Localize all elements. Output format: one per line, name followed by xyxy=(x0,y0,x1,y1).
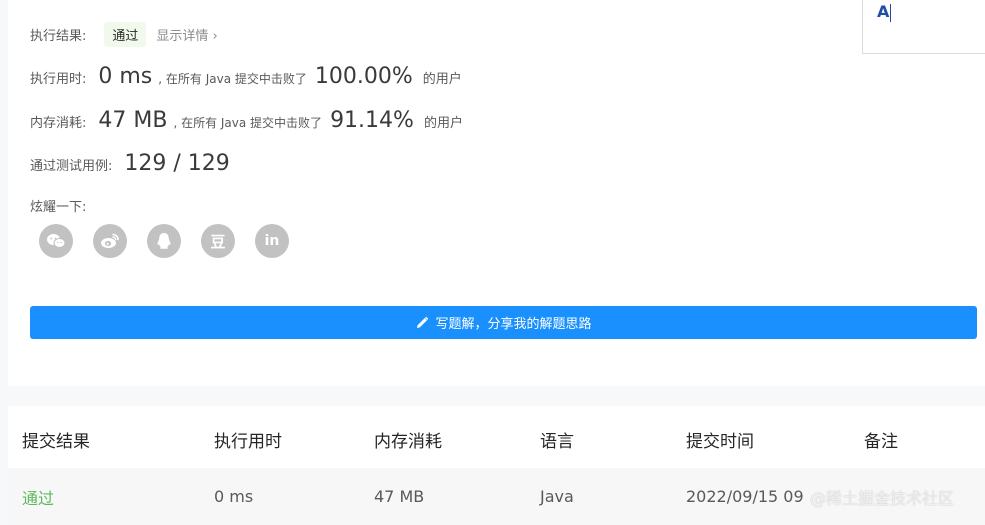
runtime-suffix: 的用户 xyxy=(422,72,462,87)
testcases-row: 通过测试用例: 129 / 129 xyxy=(30,151,230,176)
douban-glyph: 豆 xyxy=(210,232,226,251)
submission-result-card: 执行结果: 通过 显示详情 › 执行用时: 0 ms , 在所有 Java 提交… xyxy=(8,0,985,386)
memory-percent: 91.14% xyxy=(330,108,414,133)
result-label: 执行结果: xyxy=(30,29,87,44)
row-language: Java xyxy=(540,487,574,506)
runtime-percent: 100.00% xyxy=(314,64,413,89)
result-row: 执行结果: 通过 显示详情 › xyxy=(30,22,218,47)
header-language: 语言 xyxy=(540,431,574,452)
corner-input-text: A xyxy=(877,2,890,21)
row-status[interactable]: 通过 xyxy=(22,468,54,525)
wechat-icon[interactable] xyxy=(39,224,73,258)
header-memory: 内存消耗 xyxy=(374,431,442,452)
testcases-label: 通过测试用例: xyxy=(30,159,113,174)
header-notes: 备注 xyxy=(864,431,898,452)
memory-label: 内存消耗: xyxy=(30,116,87,131)
watermark: @稀土掘金技术社区 xyxy=(810,489,955,508)
header-runtime: 执行用时 xyxy=(214,431,282,452)
runtime-label: 执行用时: xyxy=(30,72,87,87)
show-details-link[interactable]: 显示详情 › xyxy=(156,25,217,44)
runtime-value: 0 ms xyxy=(98,64,153,89)
write-solution-button[interactable]: 写题解，分享我的解题思路 xyxy=(30,306,977,339)
memory-row: 内存消耗: 47 MB , 在所有 Java 提交中击败了 91.14% 的用户 xyxy=(30,108,463,133)
header-submit-time: 提交时间 xyxy=(686,431,754,452)
linkedin-glyph: in xyxy=(264,233,280,249)
linkedin-icon[interactable]: in xyxy=(255,224,289,258)
header-status: 提交结果 xyxy=(22,431,90,452)
douban-icon[interactable]: 豆 xyxy=(201,224,235,258)
memory-beat-text: , 在所有 Java 提交中击败了 xyxy=(173,116,323,130)
row-submit-time: 2022/09/15 09 xyxy=(686,487,804,506)
share-icon-group: 豆 in xyxy=(39,224,309,258)
row-memory: 47 MB xyxy=(374,487,425,506)
weibo-icon[interactable] xyxy=(93,224,127,258)
qq-icon[interactable] xyxy=(147,224,181,258)
runtime-row: 执行用时: 0 ms , 在所有 Java 提交中击败了 100.00% 的用户 xyxy=(30,64,462,89)
memory-value: 47 MB xyxy=(98,108,168,133)
share-row: 炫耀一下: xyxy=(30,196,86,215)
write-solution-label: 写题解，分享我的解题思路 xyxy=(435,317,592,332)
pencil-icon xyxy=(415,316,429,330)
row-runtime: 0 ms xyxy=(214,487,254,506)
status-badge: 通过 xyxy=(104,22,147,47)
testcases-value: 129 / 129 xyxy=(124,151,230,176)
corner-input-box[interactable]: A xyxy=(862,0,985,54)
table-header: 提交结果 执行用时 内存消耗 语言 提交时间 备注 xyxy=(8,410,985,468)
share-label: 炫耀一下: xyxy=(30,200,87,215)
runtime-beat-text: , 在所有 Java 提交中击败了 xyxy=(158,72,307,86)
memory-suffix: 的用户 xyxy=(423,116,463,131)
text-caret xyxy=(890,4,891,22)
